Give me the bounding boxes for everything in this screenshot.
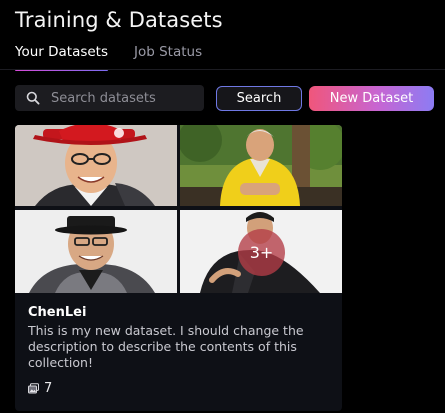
search-button[interactable]: Search [216, 86, 302, 111]
dataset-card[interactable]: 3+ ChenLei This is my new dataset. I sho… [15, 125, 342, 411]
more-images-badge: 3+ [238, 229, 285, 276]
dataset-image-2 [180, 125, 342, 206]
tab-job-status[interactable]: Job Status [134, 44, 202, 71]
tab-bar: Your Datasets Job Status [15, 44, 202, 71]
images-icon [28, 383, 39, 394]
new-dataset-button[interactable]: New Dataset [309, 86, 434, 111]
image-count: 7 [28, 381, 52, 396]
tab-your-datasets[interactable]: Your Datasets [15, 44, 109, 71]
search-input[interactable] [49, 89, 203, 107]
search-icon [26, 91, 40, 105]
dataset-image-3 [15, 210, 177, 293]
dataset-description: This is my new dataset. I should change … [28, 323, 304, 370]
page-title: Training & Datasets [15, 8, 223, 32]
dataset-name: ChenLei [28, 305, 87, 320]
image-count-value: 7 [44, 381, 53, 396]
tab-divider [0, 69, 445, 70]
search-box [15, 85, 204, 111]
dataset-image-1 [15, 125, 177, 206]
